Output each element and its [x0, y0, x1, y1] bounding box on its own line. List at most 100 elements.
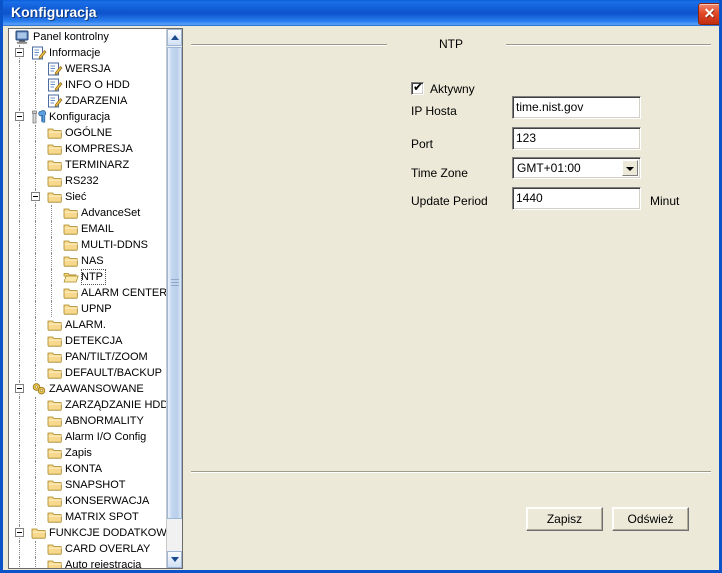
gears-icon [31, 382, 47, 396]
tree-item-label: MULTI-DDNS [81, 239, 149, 251]
tree-guide-line [19, 349, 20, 365]
tree-item-default-backup[interactable]: DEFAULT/BACKUP [9, 365, 167, 381]
tree-item-konfiguracja[interactable]: Konfiguracja [9, 109, 167, 125]
tree-item-ntp[interactable]: NTP [9, 269, 167, 285]
tree-item-info-o-hdd[interactable]: INFO O HDD [9, 77, 167, 93]
tree-guide-line [51, 253, 52, 269]
update-period-unit: Minut [650, 194, 680, 208]
tree-item-zdarzenia[interactable]: ZDARZENIA [9, 93, 167, 109]
tree-item-rs232[interactable]: RS232 [9, 173, 167, 189]
tree-guide-line [19, 221, 20, 237]
tree-item-label: INFO O HDD [65, 79, 130, 91]
save-button[interactable]: Zapisz [526, 507, 603, 531]
tree-item-kompresja[interactable]: KOMPRESJA [9, 141, 167, 157]
timezone-dropdown-button[interactable] [622, 160, 638, 176]
tree-guide-line [35, 77, 36, 93]
active-checkbox-label: Aktywny [430, 82, 475, 96]
folder-icon [63, 222, 79, 236]
tree-expander-collapse-icon[interactable] [31, 192, 40, 201]
tree-item-label: Auto rejestracja [65, 559, 142, 568]
tree-item-alarm-center[interactable]: ALARM CENTER [9, 285, 167, 301]
tree-item-label: Alarm I/O Config [65, 431, 147, 443]
scrollbar-thumb[interactable] [167, 47, 182, 519]
tree-item-label: FUNKCJE DODATKOWE [49, 527, 167, 539]
tree-item-card-overlay[interactable]: CARD OVERLAY [9, 541, 167, 557]
tree-item-auto-rejestracja[interactable]: Auto rejestracja [9, 557, 167, 568]
tree-guide-line [35, 237, 36, 253]
tree-item-panel-kontrolny[interactable]: Panel kontrolny [9, 29, 167, 45]
tree-item-abnormality[interactable]: ABNORMALITY [9, 413, 167, 429]
tree-item-wersja[interactable]: WERSJA [9, 61, 167, 77]
tree-item-label: ALARM CENTER [81, 287, 167, 299]
scroll-down-button[interactable] [167, 551, 182, 568]
tree-expander-collapse-icon[interactable] [15, 528, 24, 537]
tree-item-email[interactable]: EMAIL [9, 221, 167, 237]
tree-item-upnp[interactable]: UPNP [9, 301, 167, 317]
tree-guide-line [35, 269, 36, 285]
tree-item-nas[interactable]: NAS [9, 253, 167, 269]
tree-item-konserwacja[interactable]: KONSERWACJA [9, 493, 167, 509]
tree-item-matrix-spot[interactable]: MATRIX SPOT [9, 509, 167, 525]
refresh-button[interactable]: Odśwież [612, 507, 689, 531]
tools-icon [31, 110, 47, 124]
update-period-input[interactable]: 1440 [512, 187, 641, 210]
chevron-up-icon [171, 35, 179, 40]
tree-item-zaawansowane[interactable]: ZAAWANSOWANE [9, 381, 167, 397]
tree-item-pan-tilt-zoom[interactable]: PAN/TILT/ZOOM [9, 349, 167, 365]
tree-expander-collapse-icon[interactable] [15, 48, 24, 57]
tree-item-zapis[interactable]: Zapis [9, 445, 167, 461]
close-button[interactable]: ✕ [698, 3, 719, 25]
tree-item-label: OGÓLNE [65, 127, 113, 139]
tree-guide-line [19, 93, 20, 109]
tree-item-advanceset[interactable]: AdvanceSet [9, 205, 167, 221]
tree-item-snapshot[interactable]: SNAPSHOT [9, 477, 167, 493]
tree-guide-line [19, 237, 20, 253]
active-checkbox[interactable]: ✔ [411, 80, 424, 95]
tree-guide-line [19, 333, 20, 349]
port-input[interactable]: 123 [512, 127, 641, 150]
tree-item-zarz-dzanie-hdd[interactable]: ZARZĄDZANIE HDD [9, 397, 167, 413]
tree-item-alarm[interactable]: ALARM. [9, 317, 167, 333]
tree-guide-line [19, 365, 20, 381]
tree-guide-line [19, 461, 20, 477]
folder-icon [47, 334, 63, 348]
tree-item-detekcja[interactable]: DETEKCJA [9, 333, 167, 349]
tree-guide-line [35, 173, 36, 189]
scroll-up-button[interactable] [167, 29, 182, 46]
folder-icon [47, 446, 63, 460]
tree-item-label: ALARM. [65, 319, 106, 331]
tree-item-alarm-i-o-config[interactable]: Alarm I/O Config [9, 429, 167, 445]
host-input[interactable]: time.nist.gov [512, 96, 641, 119]
folder-icon [63, 302, 79, 316]
note-edit-icon [47, 62, 63, 76]
tree-item-multi-ddns[interactable]: MULTI-DDNS [9, 237, 167, 253]
tree-guide-line [51, 285, 52, 301]
computer-icon [15, 30, 31, 44]
tree-guide-line [19, 61, 20, 77]
tree-item-label: AdvanceSet [81, 207, 141, 219]
checkmark-icon: ✔ [413, 80, 424, 94]
tree-item-sie[interactable]: Sieć [9, 189, 167, 205]
folder-icon [47, 542, 63, 556]
tree-item-og-lne[interactable]: OGÓLNE [9, 125, 167, 141]
tree-item-funkcje-dodatkowe[interactable]: FUNKCJE DODATKOWE [9, 525, 167, 541]
tree-expander-collapse-icon[interactable] [15, 384, 24, 393]
tree-guide-line [19, 413, 20, 429]
tree-guide-line [35, 61, 36, 77]
timezone-selected-value: GMT+01:00 [517, 161, 581, 175]
tree-item-label: Konfiguracja [49, 111, 111, 123]
folder-icon [47, 158, 63, 172]
tree-guide-line [51, 269, 52, 285]
timezone-label: Time Zone [411, 166, 468, 180]
tree-item-konta[interactable]: KONTA [9, 461, 167, 477]
tree-guide-line [19, 509, 20, 525]
tree-vertical-scrollbar[interactable] [166, 29, 182, 568]
folder-icon [31, 526, 47, 540]
tree-item-informacje[interactable]: Informacje [9, 45, 167, 61]
tree-expander-collapse-icon[interactable] [15, 112, 24, 121]
folder-icon [63, 286, 79, 300]
timezone-select[interactable]: GMT+01:00 [512, 157, 641, 179]
tree-guide-line [19, 173, 20, 189]
tree-item-terminarz[interactable]: TERMINARZ [9, 157, 167, 173]
folder-icon [47, 430, 63, 444]
